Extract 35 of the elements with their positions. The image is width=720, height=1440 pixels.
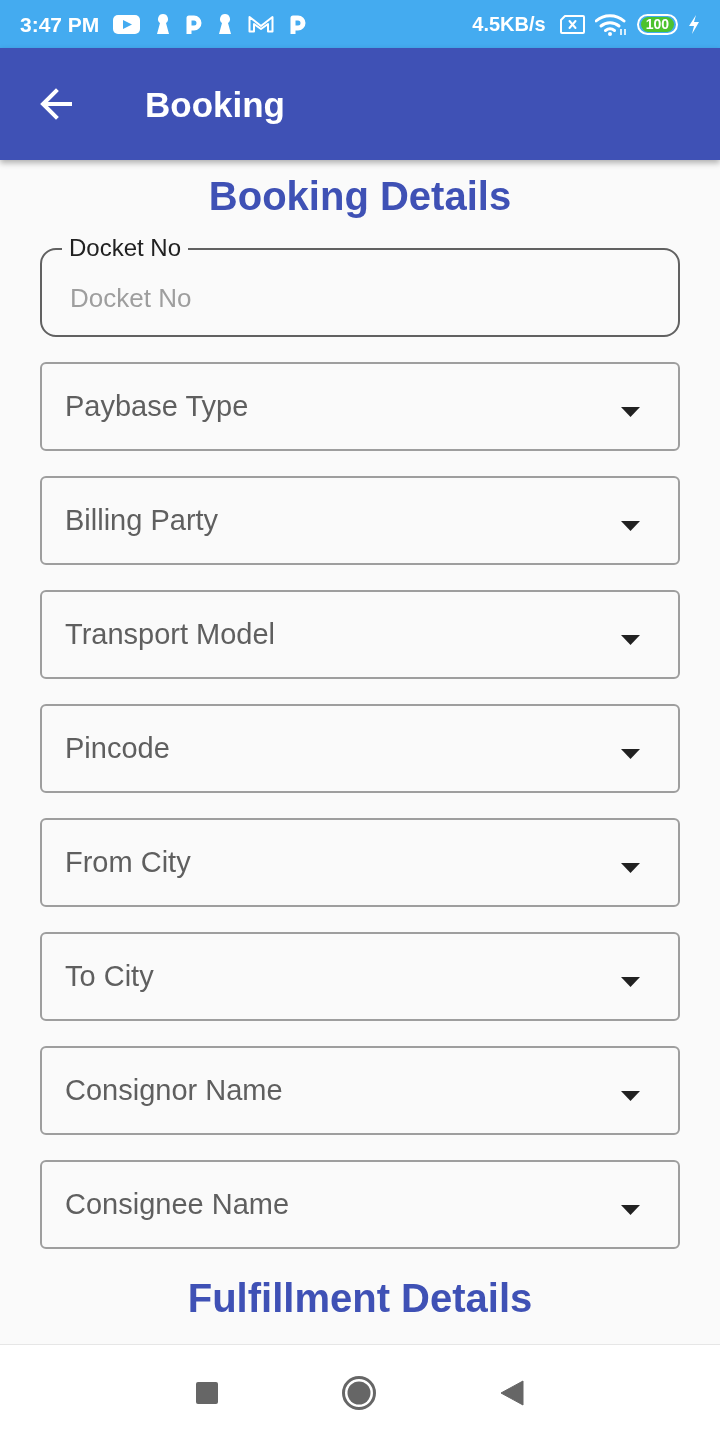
status-time: 3:47 PM: [20, 13, 100, 35]
caret-down-icon: [621, 748, 640, 759]
back-icon[interactable]: [500, 1379, 524, 1406]
caret-down-icon: [621, 862, 640, 873]
caret-down-icon: [621, 634, 640, 645]
charging-bolt-icon: [688, 14, 700, 34]
dropdown[interactable]: Consignor Name: [40, 1046, 680, 1135]
wifi-icon: [594, 12, 627, 36]
caret-down-icon: [621, 1204, 640, 1215]
play-tile-icon: [113, 14, 141, 34]
dropdown[interactable]: Consignee Name: [40, 1160, 680, 1249]
p-logo-icon: [290, 14, 307, 34]
square-icon[interactable]: [196, 1381, 218, 1404]
home-circle-icon[interactable]: [342, 1375, 376, 1410]
dropdown[interactable]: Paybase Type: [40, 362, 680, 451]
dropdown[interactable]: To City: [40, 932, 680, 1021]
battery-percent: 100: [640, 16, 674, 32]
m-logo-icon: [248, 15, 275, 33]
network-speed: 4.5KB/s: [472, 14, 546, 34]
section-heading: Booking Details: [208, 173, 512, 220]
back-arrow-icon[interactable]: [40, 88, 72, 120]
caret-down-icon: [621, 976, 640, 987]
dropdown[interactable]: From City: [40, 818, 680, 907]
section-heading: Fulfillment Details: [187, 1275, 533, 1322]
caret-down-icon: [621, 1090, 640, 1101]
keyhole-icon: [156, 14, 171, 34]
keyhole-icon: [218, 14, 233, 34]
dropdown[interactable]: Billing Party: [40, 476, 680, 565]
dropdown[interactable]: Transport Model: [40, 590, 680, 679]
sim-card-x-icon: [559, 14, 585, 34]
caret-down-icon: [621, 520, 640, 531]
app-bar-title: Booking: [145, 86, 285, 122]
caret-down-icon: [621, 406, 640, 417]
p-logo-icon: [186, 14, 203, 34]
dropdown[interactable]: Pincode: [40, 704, 680, 793]
